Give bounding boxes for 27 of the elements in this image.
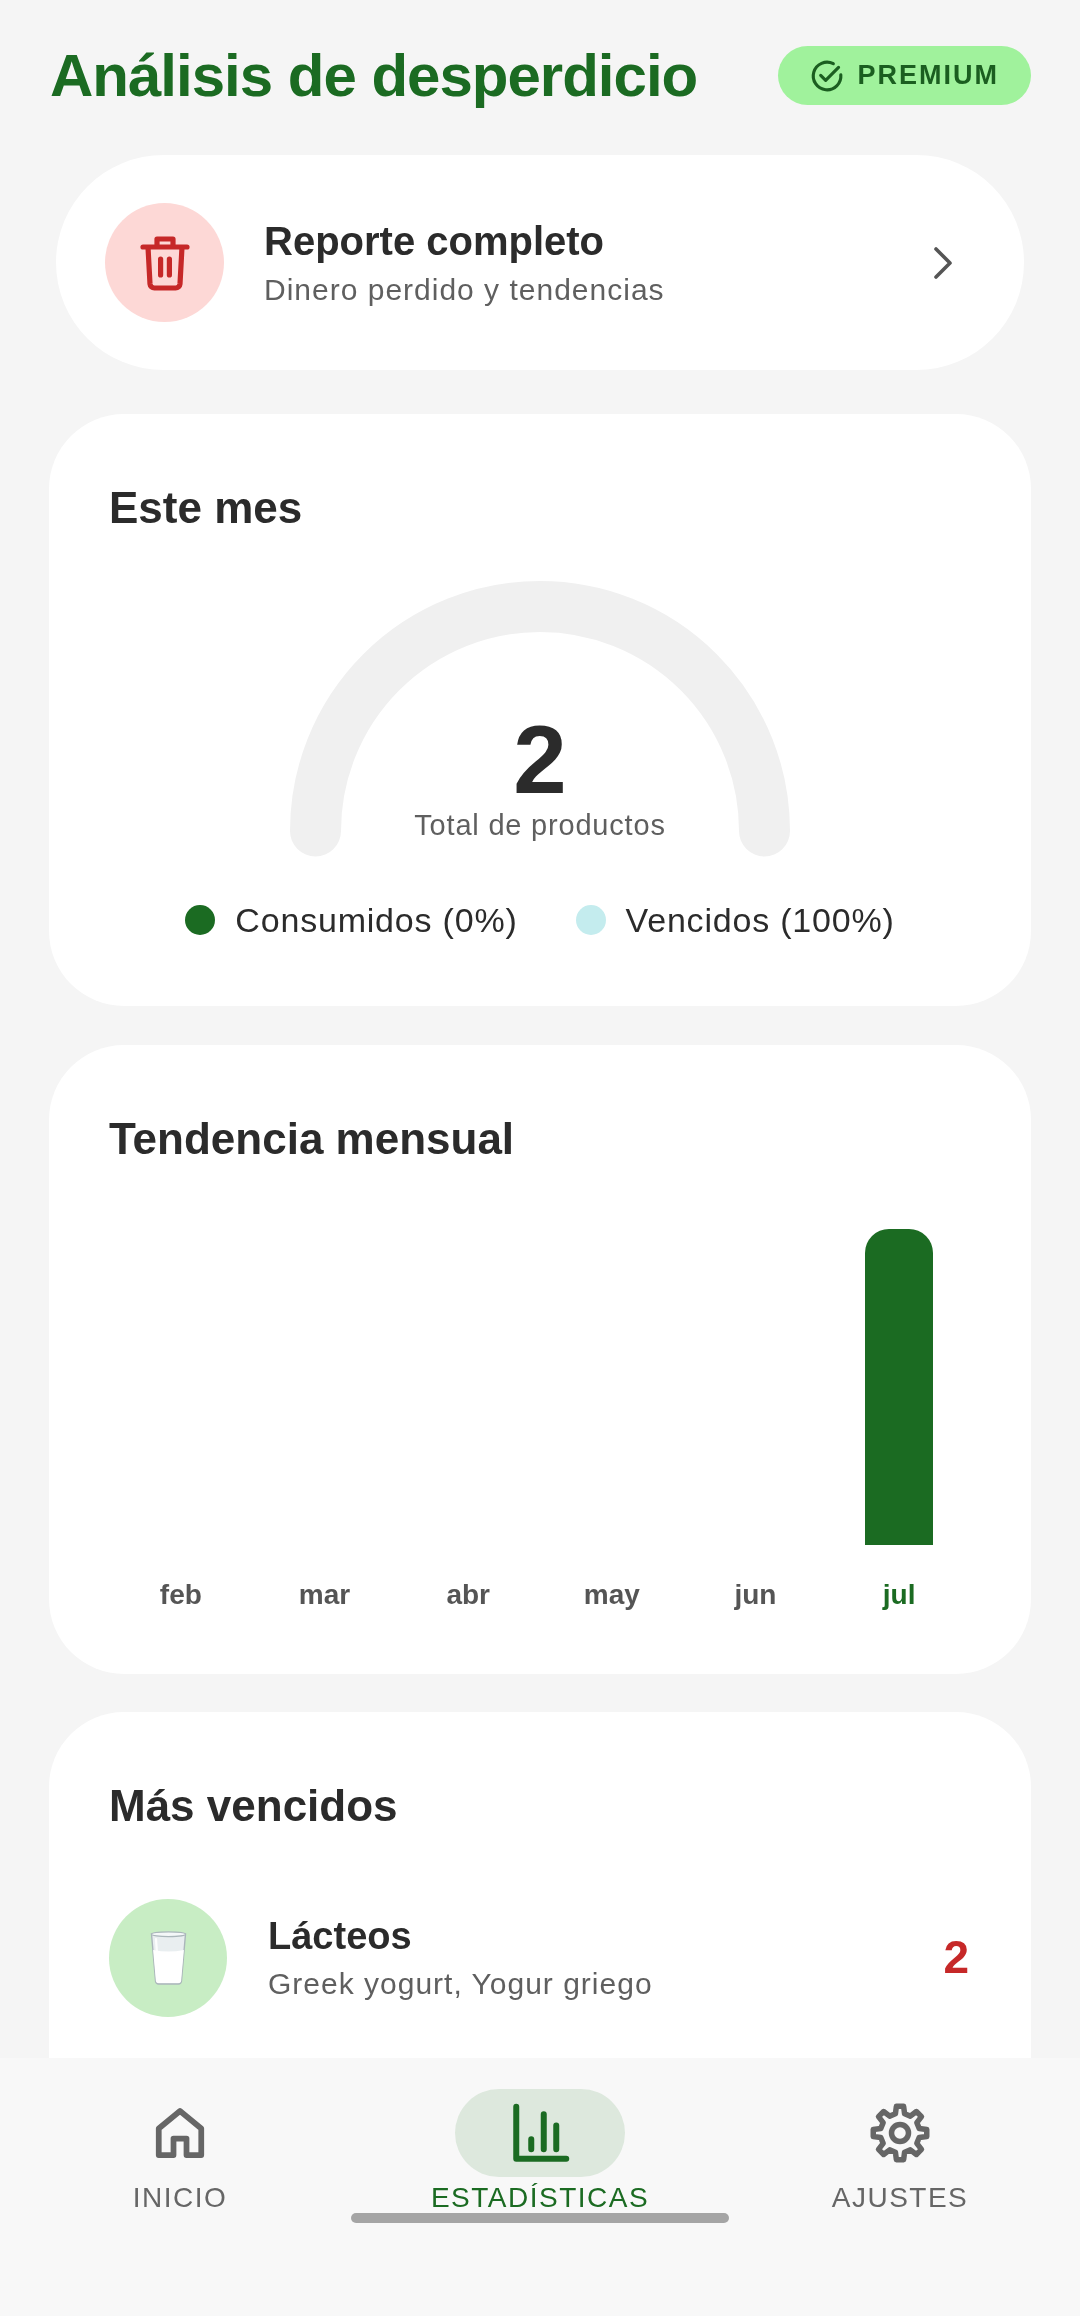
category-products: Greek yogurt, Yogur griego <box>268 1966 654 2003</box>
report-card[interactable]: Reporte completo Dinero perdido y tendencias <box>56 155 1024 370</box>
category-name: Lácteos <box>268 1913 413 1959</box>
report-subtitle: Dinero perdido y tendencias <box>264 272 666 308</box>
gesture-handle[interactable] <box>351 2213 729 2223</box>
report-title: Reporte completo <box>264 218 606 265</box>
card-title: Tendencia mensual <box>109 1113 516 1165</box>
month-label: mar <box>298 1577 351 1612</box>
card-title: Este mes <box>109 482 304 534</box>
chevron-right-icon <box>933 245 954 280</box>
card-title: Más vencidos <box>109 1780 399 1832</box>
month-label: jun <box>734 1577 777 1612</box>
total-label: Total de productos <box>414 807 666 843</box>
bar-chart-icon <box>510 2103 570 2163</box>
month-label: feb <box>159 1577 202 1612</box>
month-label: may <box>583 1577 640 1612</box>
settings-icon <box>870 2103 930 2163</box>
month-label: jul <box>882 1577 916 1612</box>
month-label: abr <box>446 1577 490 1612</box>
premium-badge: PREMIUM <box>777 46 1031 105</box>
total-count: 2 <box>513 711 567 808</box>
nav-tab[interactable]: ESTADÍSTICAS <box>430 2058 650 2212</box>
expired-count: 2 <box>943 1930 969 1986</box>
nav-tab[interactable]: INICIO <box>95 2058 265 2212</box>
nav-tab[interactable]: AJUSTES <box>815 2058 985 2212</box>
legend-label: Consumidos (0%) <box>235 899 518 941</box>
legend-label: Vencidos (100%) <box>625 899 895 941</box>
